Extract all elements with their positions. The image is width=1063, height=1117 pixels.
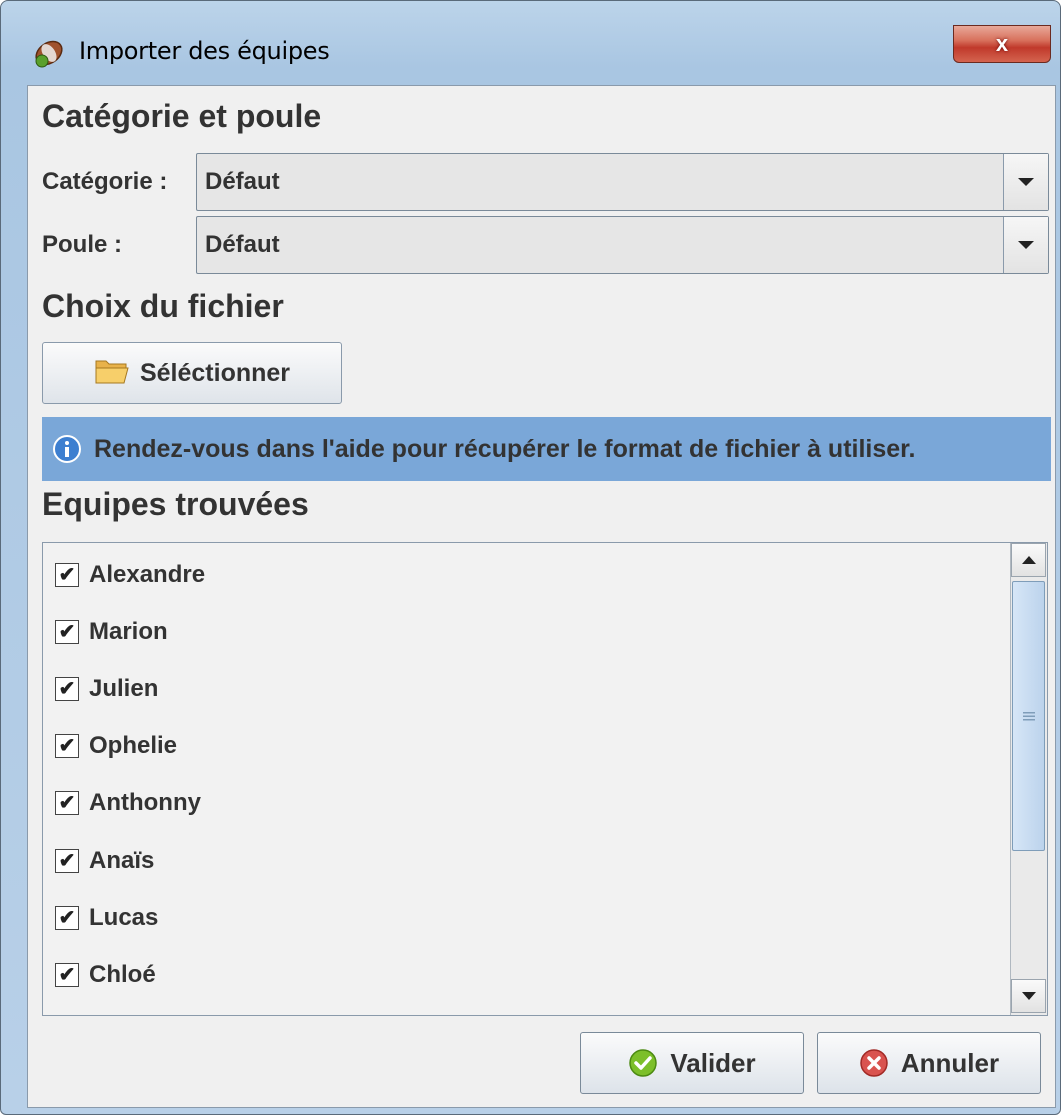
cancel-button-label: Annuler bbox=[900, 1047, 1000, 1078]
team-checkbox[interactable]: ✔ bbox=[55, 906, 79, 930]
team-name: Chloé bbox=[89, 961, 156, 988]
section-title-file: Choix du fichier bbox=[42, 288, 284, 324]
chevron-down-icon[interactable] bbox=[1003, 217, 1048, 273]
check-circle-icon bbox=[628, 1048, 658, 1078]
team-name: Lucas bbox=[89, 904, 159, 931]
chevron-down-icon[interactable] bbox=[1003, 154, 1048, 210]
close-icon: x bbox=[995, 31, 1009, 56]
team-name: Anaïs bbox=[89, 847, 155, 874]
pool-dropdown-value: Défaut bbox=[205, 231, 280, 258]
vertical-scrollbar[interactable] bbox=[1010, 543, 1047, 1015]
grip-lines-icon bbox=[1022, 712, 1035, 721]
info-banner: Rendez-vous dans l'aide pour récupérer l… bbox=[42, 417, 1051, 481]
team-name: Anthonny bbox=[89, 789, 201, 816]
cancel-button[interactable]: Annuler bbox=[817, 1032, 1041, 1094]
team-checkbox[interactable]: ✔ bbox=[55, 563, 79, 587]
x-circle-icon bbox=[859, 1048, 889, 1078]
window-title: Importer des équipes bbox=[79, 37, 330, 65]
team-row[interactable]: ✔ Alexandre bbox=[55, 555, 205, 595]
rugby-ball-icon bbox=[33, 37, 65, 69]
category-dropdown[interactable]: Défaut bbox=[196, 153, 1049, 211]
team-row[interactable]: ✔ Anaïs bbox=[55, 841, 154, 881]
team-name: Marion bbox=[89, 618, 168, 645]
section-title-category: Catégorie et poule bbox=[42, 98, 322, 134]
pool-dropdown[interactable]: Défaut bbox=[196, 216, 1049, 274]
team-name: Alexandre bbox=[89, 561, 206, 588]
team-checkbox[interactable]: ✔ bbox=[55, 849, 79, 873]
team-row[interactable]: ✔ Ophelie bbox=[55, 726, 177, 766]
team-list[interactable]: ✔ Alexandre ✔ Marion ✔ Julien ✔ Ophelie … bbox=[42, 542, 1048, 1016]
select-file-button[interactable]: Séléctionner bbox=[42, 342, 342, 404]
team-checkbox[interactable]: ✔ bbox=[55, 963, 79, 987]
team-checkbox[interactable]: ✔ bbox=[55, 620, 79, 644]
category-label: Catégorie : bbox=[42, 168, 168, 195]
import-teams-dialog: Importer des équipes x Catégorie et poul… bbox=[0, 0, 1061, 1115]
team-checkbox[interactable]: ✔ bbox=[55, 677, 79, 701]
team-row[interactable]: ✔ Chloé bbox=[55, 955, 156, 995]
close-button[interactable]: x bbox=[953, 25, 1051, 63]
team-name: Ophelie bbox=[89, 732, 178, 759]
folder-open-icon bbox=[94, 357, 130, 390]
scroll-up-button[interactable] bbox=[1011, 543, 1046, 577]
info-icon bbox=[52, 434, 82, 464]
team-row[interactable]: ✔ Marion bbox=[55, 612, 168, 652]
team-checkbox[interactable]: ✔ bbox=[55, 791, 79, 815]
scrollbar-thumb[interactable] bbox=[1012, 581, 1045, 851]
select-file-button-label: Séléctionner bbox=[139, 358, 291, 387]
scroll-down-button[interactable] bbox=[1011, 979, 1046, 1013]
pool-label: Poule : bbox=[42, 231, 123, 258]
team-row[interactable]: ✔ Anthonny bbox=[55, 783, 201, 823]
team-row[interactable]: ✔ Julien bbox=[55, 669, 158, 709]
team-row[interactable]: ✔ Lucas bbox=[55, 898, 158, 938]
validate-button[interactable]: Valider bbox=[580, 1032, 804, 1094]
dialog-content: Catégorie et poule Catégorie : Défaut Po… bbox=[27, 85, 1056, 1108]
team-name: Julien bbox=[89, 675, 159, 702]
section-title-teams: Equipes trouvées bbox=[42, 486, 309, 522]
chevron-up-icon bbox=[1021, 556, 1036, 564]
chevron-down-icon bbox=[1021, 992, 1036, 1000]
info-text: Rendez-vous dans l'aide pour récupérer l… bbox=[94, 434, 916, 463]
validate-button-label: Valider bbox=[670, 1047, 756, 1078]
team-checkbox[interactable]: ✔ bbox=[55, 734, 79, 758]
category-dropdown-value: Défaut bbox=[205, 168, 280, 195]
title-bar[interactable]: Importer des équipes x bbox=[1, 1, 1062, 85]
